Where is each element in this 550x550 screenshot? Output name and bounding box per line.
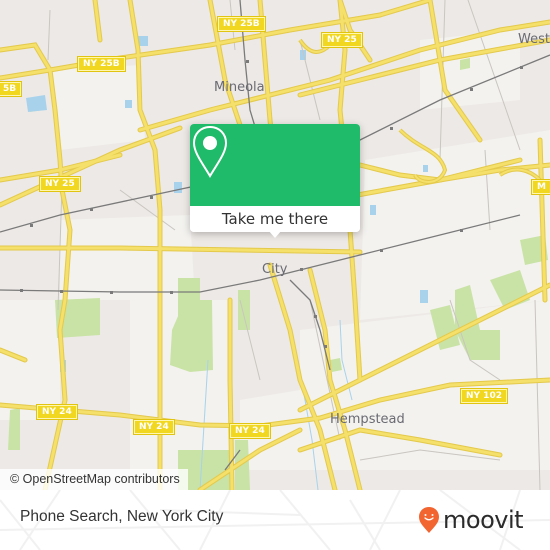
place-label-hempstead: Hempstead bbox=[330, 412, 405, 427]
map-tiles bbox=[0, 0, 550, 490]
footer: Phone Search, New York City moovit bbox=[0, 490, 550, 550]
route-shield-ny25b: 5B bbox=[0, 81, 23, 97]
moovit-logo[interactable]: moovit bbox=[418, 503, 524, 537]
location-popup[interactable]: Take me there bbox=[190, 124, 360, 238]
place-title: Phone Search, New York City bbox=[20, 508, 224, 525]
route-shield-ny24: NY 24 bbox=[133, 419, 175, 435]
place-label-mineola: Mineola bbox=[214, 80, 265, 95]
route-shield-ny24: NY 24 bbox=[36, 404, 78, 420]
popup-tail bbox=[268, 230, 282, 238]
route-shield-ny24: NY 24 bbox=[229, 423, 271, 439]
moovit-smile-pin-icon bbox=[419, 507, 439, 533]
route-shield-ny25b: NY 25B bbox=[77, 56, 126, 72]
map-pin-icon bbox=[192, 125, 228, 178]
popup-header bbox=[190, 124, 360, 206]
route-shield-m: M bbox=[531, 179, 550, 195]
route-shield-ny102: NY 102 bbox=[460, 388, 508, 404]
brand-name: moovit bbox=[443, 506, 524, 534]
route-shield-ny25b: NY 25B bbox=[217, 16, 266, 32]
map-view[interactable]: Mineola West City Hempstead 5B NY 25B NY… bbox=[0, 0, 550, 490]
route-shield-ny25: NY 25 bbox=[321, 32, 363, 48]
take-me-there-button[interactable]: Take me there bbox=[190, 206, 360, 232]
place-label-westbury: West bbox=[518, 32, 550, 47]
route-shield-ny25: NY 25 bbox=[39, 176, 81, 192]
map-attribution[interactable]: © OpenStreetMap contributors bbox=[0, 469, 188, 490]
place-label-garden-city: City bbox=[262, 262, 288, 277]
